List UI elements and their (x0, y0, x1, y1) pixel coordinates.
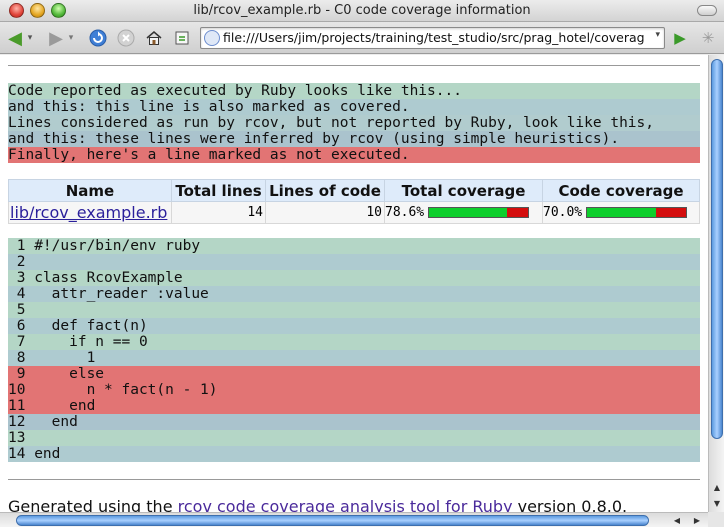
column-header-name: Name (8, 179, 172, 202)
reload-icon[interactable] (88, 28, 108, 48)
column-header-code-coverage: Code coverage (542, 179, 700, 202)
browser-window: lib/rcov_example.rb - C0 code coverage i… (0, 0, 724, 527)
code-line: 1 #!/usr/bin/env ruby (8, 238, 700, 254)
divider (8, 65, 700, 66)
code-line: 5 (8, 302, 700, 318)
url-history-dropdown-icon[interactable]: ▾ (655, 30, 660, 40)
code-line: 7 if n == 0 (8, 334, 700, 350)
code-line: 4 attr_reader :value (8, 286, 700, 302)
code-line: 10 n * fact(n - 1) (8, 382, 700, 398)
code-line: 12 end (8, 414, 700, 430)
column-header-total-lines: Total lines (171, 179, 266, 202)
code-coverage-bar-uncovered (656, 208, 687, 217)
total-coverage-cell: 78.6% (384, 201, 543, 224)
code-line: 6 def fact(n) (8, 318, 700, 334)
throbber-icon: ✳ (701, 29, 715, 47)
legend-line: and this: this line is also marked as co… (8, 99, 700, 115)
file-link[interactable]: lib/rcov_example.rb (10, 203, 167, 222)
home-icon[interactable] (144, 28, 164, 48)
total-coverage-bar-uncovered (507, 208, 529, 217)
total-coverage-value: 78.6% (385, 205, 425, 220)
code-line: 2 (8, 254, 700, 270)
footer-prefix: Generated using the (8, 497, 178, 512)
vertical-scroll-thumb[interactable] (711, 59, 723, 439)
horizontal-scrollbar[interactable]: ◀ ▶ (0, 512, 708, 527)
divider (8, 479, 700, 480)
forward-history-dropdown-icon[interactable]: ▾ (66, 28, 76, 48)
code-line: 13 (8, 430, 700, 446)
code-line: 11 end (8, 398, 700, 414)
legend-line: Finally, here's a line marked as not exe… (8, 147, 700, 163)
column-header-lines-of-code: Lines of code (265, 179, 385, 202)
back-arrow-icon[interactable]: ◀ (5, 28, 25, 49)
code-line: 14 end (8, 446, 700, 462)
file-name-cell: lib/rcov_example.rb (8, 201, 172, 224)
window-title: lib/rcov_example.rb - C0 code coverage i… (193, 3, 531, 18)
resize-corner[interactable] (708, 512, 724, 527)
code-coverage-value: 70.0% (543, 205, 583, 220)
scroll-up-arrow-icon[interactable]: ▲ (709, 480, 724, 496)
back-history-dropdown-icon[interactable]: ▾ (25, 28, 35, 48)
footer-suffix: version 0.8.0. (512, 497, 628, 512)
total-coverage-bar-covered (429, 208, 508, 217)
title-bar: lib/rcov_example.rb - C0 code coverage i… (0, 0, 724, 22)
total-lines-cell: 14 (171, 201, 266, 224)
page-icon (204, 30, 220, 46)
url-input[interactable]: file:///Users/jim/projects/training/test… (223, 30, 644, 45)
legend-line: Code reported as executed by Ruby looks … (8, 83, 700, 99)
address-bar[interactable]: file:///Users/jim/projects/training/test… (200, 27, 665, 49)
coverage-report-table: Name Total lines Lines of code Total cov… (8, 179, 700, 224)
stop-icon[interactable] (116, 28, 136, 48)
scroll-right-arrow-icon[interactable]: ▶ (688, 513, 706, 527)
code-coverage-bar (586, 207, 688, 218)
table-row: lib/rcov_example.rb 14 10 78.6% 70.0% (8, 201, 700, 224)
code-line: 3 class RcovExample (8, 270, 700, 286)
toolbar-toggle-button[interactable] (697, 5, 717, 16)
table-header-row: Name Total lines Lines of code Total cov… (8, 179, 700, 202)
bookmark-icon[interactable] (172, 28, 192, 48)
scroll-left-arrow-icon[interactable]: ◀ (668, 513, 686, 527)
go-icon[interactable]: ▶ (670, 28, 690, 48)
lines-of-code-cell: 10 (265, 201, 385, 224)
legend-line: Lines considered as run by rcov, but not… (8, 115, 700, 131)
total-coverage-bar (428, 207, 530, 218)
column-header-total-coverage: Total coverage (384, 179, 543, 202)
rcov-link[interactable]: rcov code coverage analysis tool for Rub… (178, 497, 513, 512)
code-line: 8 1 (8, 350, 700, 366)
forward-arrow-icon[interactable]: ▶ (46, 28, 66, 49)
navigation-toolbar: ◀ ▾ ▶ ▾ file:///Users/jim/projects/train… (0, 22, 724, 54)
horizontal-scroll-thumb[interactable] (16, 515, 649, 526)
code-coverage-cell: 70.0% (542, 201, 700, 224)
code-line: 9 else (8, 366, 700, 382)
code-coverage-bar-covered (587, 208, 657, 217)
page-content: Code reported as executed by Ruby looks … (0, 55, 708, 512)
footer: Generated using the rcov code coverage a… (8, 497, 627, 512)
legend-line: and this: these lines were inferred by r… (8, 131, 700, 147)
vertical-scrollbar[interactable]: ▲ ▼ (708, 55, 724, 512)
scroll-down-arrow-icon[interactable]: ▼ (709, 496, 724, 512)
